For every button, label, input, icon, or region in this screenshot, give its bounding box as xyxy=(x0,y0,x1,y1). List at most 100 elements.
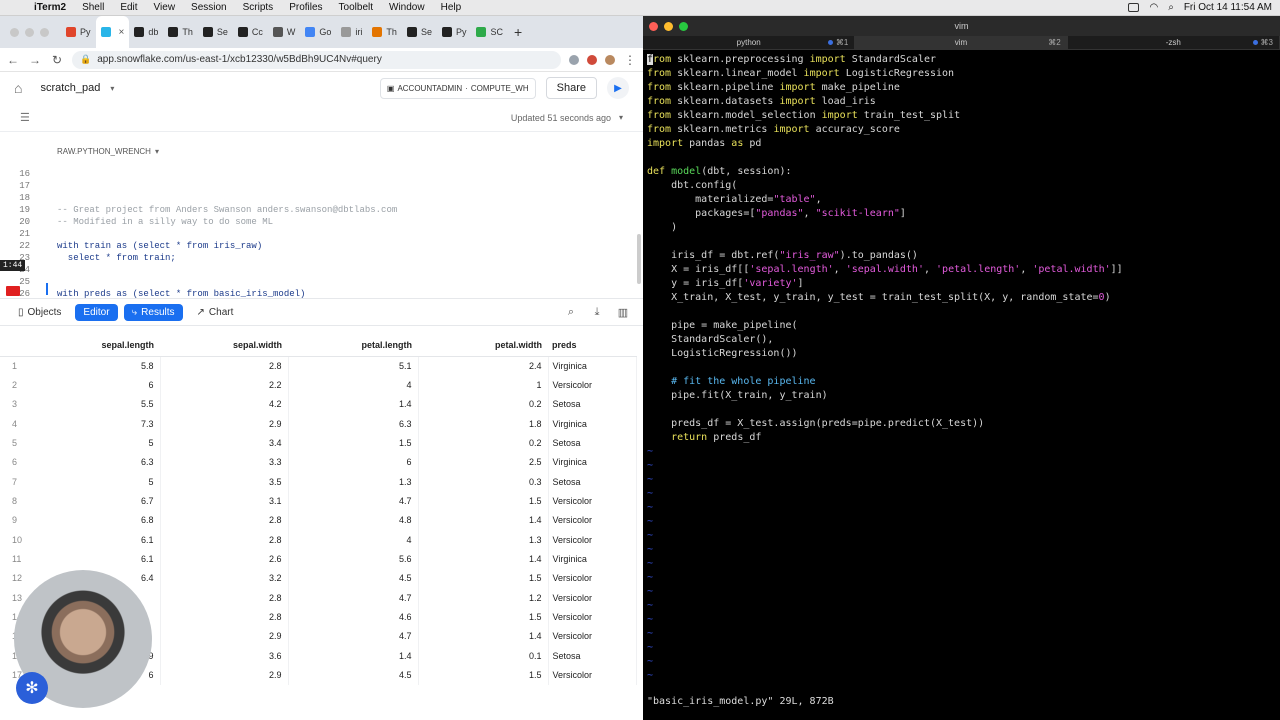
share-button[interactable]: Share xyxy=(545,77,597,99)
battery-icon[interactable] xyxy=(1128,3,1140,12)
browser-tab[interactable]: Cc xyxy=(233,16,268,48)
editor-scrollbar[interactable] xyxy=(637,234,641,284)
browser-tab[interactable]: Th xyxy=(367,16,402,48)
code-token: materialized= xyxy=(647,194,774,205)
column-header[interactable]: sepal.length xyxy=(30,334,160,357)
code-token: load_iris xyxy=(815,96,876,107)
code-token: pandas xyxy=(683,138,732,149)
filter-icon[interactable]: ☰ xyxy=(20,111,30,124)
terminal-tab-python[interactable]: python ⌘1 xyxy=(643,36,856,49)
table-row[interactable]: 8 6.7 3.1 4.7 1.5 Versicolor xyxy=(0,491,637,511)
results-toggle[interactable]: ⤷ Results xyxy=(123,303,183,321)
code-token: 'petal.width' xyxy=(1032,264,1111,275)
table-cell: Versicolor xyxy=(548,568,637,589)
menu-item-edit[interactable]: Edit xyxy=(112,2,145,13)
browser-tab[interactable]: W xyxy=(268,16,301,48)
objects-toggle[interactable]: ▯ Objects xyxy=(10,304,69,321)
table-cell: 2.9 xyxy=(160,414,289,434)
home-icon[interactable]: ⌂ xyxy=(14,80,22,96)
browser-tab[interactable]: Se xyxy=(402,16,437,48)
tab-label: db xyxy=(148,27,159,37)
chevron-down-icon[interactable]: ▾ xyxy=(110,84,114,93)
menu-item-window[interactable]: Window xyxy=(381,2,433,13)
reload-icon[interactable]: ↻ xyxy=(50,53,64,67)
menubar-clock[interactable]: Fri Oct 14 11:54 AM xyxy=(1184,2,1272,13)
browser-tab[interactable]: iri xyxy=(336,16,367,48)
empty-line-marker: ~ xyxy=(647,586,654,597)
wifi-icon[interactable]: ◠ xyxy=(1149,2,1158,13)
vim-buffer[interactable]: from sklearn.preprocessing import Standa… xyxy=(643,50,1280,683)
browser-tab[interactable]: Th xyxy=(163,16,198,48)
forward-arrow-icon[interactable]: → xyxy=(28,53,42,67)
worksheet-name[interactable]: scratch_pad xyxy=(40,82,100,94)
table-cell: 6 xyxy=(288,452,419,473)
menu-item-help[interactable]: Help xyxy=(433,2,470,13)
back-arrow-icon[interactable]: ← xyxy=(6,53,20,67)
close-tab-icon[interactable]: × xyxy=(119,27,125,38)
profile-avatar-icon[interactable] xyxy=(605,54,615,65)
code-token: pipe = make_pipeline( xyxy=(647,320,798,331)
url-field[interactable]: 🔒 app.snowflake.com/us-east-1/xcb12330/w… xyxy=(72,50,561,69)
menu-item-scripts[interactable]: Scripts xyxy=(235,2,282,13)
chart-toggle[interactable]: ↗ Chart xyxy=(189,304,242,321)
browser-tab[interactable]: db xyxy=(129,16,163,48)
snowflake-logo-icon[interactable]: ✻ xyxy=(16,672,48,704)
terminal-tab-zsh[interactable]: -zsh ⌘3 xyxy=(1068,36,1280,49)
code-token: "table" xyxy=(773,194,816,205)
browser-tab[interactable]: Py xyxy=(61,16,96,48)
table-row[interactable]: 3 5.5 4.2 1.4 0.2 Setosa xyxy=(0,394,637,415)
browser-tab[interactable]: Py xyxy=(437,16,472,48)
chevron-down-icon[interactable]: ▾ xyxy=(619,113,623,122)
zoom-window-button[interactable] xyxy=(40,27,49,37)
table-row[interactable]: 11 6.1 2.6 5.6 1.4 Virginica xyxy=(0,549,637,569)
browser-tab[interactable]: Se xyxy=(198,16,233,48)
table-row[interactable]: 7 5 3.5 1.3 0.3 Setosa xyxy=(0,472,637,492)
columns-icon[interactable]: ▥ xyxy=(613,306,633,319)
download-icon[interactable]: ⤓ xyxy=(587,306,607,319)
search-icon[interactable]: ⌕ xyxy=(561,306,581,319)
table-row[interactable]: 2 6 2.2 4 1 Versicolor xyxy=(0,375,637,395)
terminal-tab-vim[interactable]: vim ⌘2 xyxy=(855,36,1068,49)
shortcut-label: ⌘3 xyxy=(1260,38,1273,47)
table-row[interactable]: 4 7.3 2.9 6.3 1.8 Virginica xyxy=(0,414,637,434)
menu-item-shell[interactable]: Shell xyxy=(74,2,112,13)
new-tab-button[interactable]: + xyxy=(514,24,522,40)
sql-editor[interactable]: 16 17 18 19 -- Great project from Anders Swa… xyxy=(0,164,643,298)
menu-item-toolbelt[interactable]: Toolbelt xyxy=(331,2,381,13)
menu-item-profiles[interactable]: Profiles xyxy=(281,2,330,13)
empty-line-marker: ~ xyxy=(647,642,654,653)
browser-tab[interactable]: × xyxy=(95,16,130,48)
browser-menu-icon[interactable]: ⋮ xyxy=(623,53,637,67)
editor-toggle[interactable]: Editor xyxy=(75,303,118,321)
extension-icon[interactable] xyxy=(587,54,597,65)
column-header[interactable]: preds xyxy=(548,334,636,357)
iterm-window: vim python ⌘1 vim ⌘2 -zsh ⌘3 from sklearn.pre… xyxy=(643,16,1280,720)
extension-icon[interactable] xyxy=(569,54,579,65)
menu-app-name[interactable]: iTerm2 xyxy=(26,2,74,13)
table-cell: Setosa xyxy=(548,472,637,492)
menu-item-view[interactable]: View xyxy=(146,2,184,13)
row-index: 6 xyxy=(12,457,18,468)
browser-tab[interactable]: Go xyxy=(300,16,336,48)
table-row[interactable]: 5 5 3.4 1.5 0.2 Setosa xyxy=(0,433,637,453)
table-row[interactable]: 1 5.8 2.8 5.1 2.4 Virginica xyxy=(0,356,637,376)
record-stop-button[interactable] xyxy=(6,286,20,296)
minimize-window-button[interactable] xyxy=(25,27,34,37)
run-button[interactable]: ▶ xyxy=(607,77,629,99)
table-cell: 6.1 xyxy=(30,549,161,569)
search-icon[interactable]: ⌕ xyxy=(1168,2,1174,13)
table-cell: 1.8 xyxy=(418,414,549,434)
database-context-selector[interactable]: RAW.PYTHON_WRENCH ▾ xyxy=(0,138,643,164)
table-row[interactable]: 6 6.3 3.3 6 2.5 Virginica xyxy=(0,452,637,473)
tab-label: W xyxy=(286,27,296,37)
role-warehouse-selector[interactable]: ▣ ACCOUNTADMIN · COMPUTE_WH xyxy=(379,77,536,99)
column-header[interactable]: sepal.width xyxy=(160,334,288,357)
table-row[interactable]: 10 6.1 2.8 4 1.3 Versicolor xyxy=(0,530,637,550)
column-header[interactable]: petal.length xyxy=(288,334,418,357)
table-row[interactable]: 9 6.8 2.8 4.8 1.4 Versicolor xyxy=(0,510,637,531)
browser-tab[interactable]: SC xyxy=(471,16,508,48)
column-header[interactable]: petal.width xyxy=(418,334,548,357)
table-cell: 4 xyxy=(288,530,419,550)
close-window-button[interactable] xyxy=(10,27,19,37)
menu-item-session[interactable]: Session xyxy=(183,2,235,13)
